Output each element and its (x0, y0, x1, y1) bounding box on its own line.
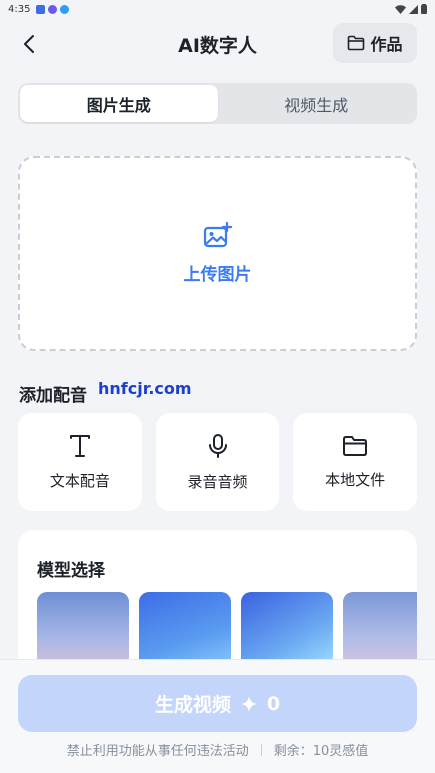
local-file-option[interactable]: 本地文件 (293, 413, 418, 511)
legal-notice: 禁止利用功能从事任何违法活动 (66, 744, 249, 759)
app-notification-icon (48, 4, 58, 14)
battery-icon (421, 4, 427, 14)
voice-section-title: 添加配音 (19, 386, 87, 406)
record-audio-label: 录音音频 (187, 472, 248, 491)
model-selection-card: 模型选择 (18, 530, 417, 670)
text-dubbing-option[interactable]: 文本配音 (18, 413, 142, 511)
record-audio-option[interactable]: 录音音频 (155, 413, 280, 511)
generate-cost: 0 (266, 692, 281, 715)
sparkle-icon (240, 695, 257, 712)
footer-divider (260, 743, 262, 756)
microphone-icon (208, 433, 227, 458)
local-file-label: 本地文件 (325, 470, 386, 489)
upload-image-area[interactable]: 上传图片 (18, 156, 417, 351)
upload-image-label: 上传图片 (183, 265, 252, 285)
watermark: hnfcjr.com (98, 379, 192, 398)
remaining-credits: 剩余：10灵感值 (273, 744, 369, 759)
footer-note: 禁止利用功能从事任何违法活动 剩余：10灵感值 (0, 740, 435, 759)
status-bar: 4:35 (0, 0, 435, 18)
text-icon (69, 434, 90, 457)
app-notification-icon (36, 4, 46, 14)
download-notification-icon (60, 4, 70, 14)
works-button-label: 作品 (370, 35, 403, 54)
add-image-icon (203, 222, 232, 248)
header: AI数字人 作品 (0, 22, 435, 66)
text-dubbing-label: 文本配音 (49, 471, 110, 490)
signal-icon (409, 4, 418, 14)
tab-video-generation[interactable]: 视频生成 (218, 85, 416, 122)
generate-video-button[interactable]: 生成视频 0 (18, 675, 417, 732)
wifi-icon (395, 4, 406, 14)
status-time: 4:35 (8, 3, 31, 15)
back-arrow-icon[interactable] (18, 32, 42, 56)
model-section-title: 模型选择 (37, 561, 105, 581)
bottom-bar: 生成视频 0 禁止利用功能从事任何违法活动 剩余：10灵感值 (0, 659, 435, 773)
works-button[interactable]: 作品 (333, 23, 417, 63)
folder-icon (348, 35, 365, 51)
voice-options: 文本配音 录音音频 本地文件 (18, 413, 418, 511)
page-title: AI数字人 (178, 34, 257, 57)
tab-image-generation[interactable]: 图片生成 (20, 85, 218, 122)
generation-mode-tabs: 图片生成 视频生成 (18, 83, 417, 124)
folder-icon (343, 435, 368, 456)
generate-video-label: 生成视频 (154, 694, 231, 716)
